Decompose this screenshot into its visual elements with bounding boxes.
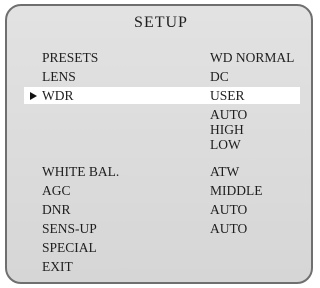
menu-item-agc[interactable]: AGC	[42, 183, 71, 199]
menu-item-special[interactable]: SPECIAL	[42, 240, 97, 256]
value-wdr-mode: AUTO	[210, 107, 248, 122]
menu-item-sens-up[interactable]: SENS-UP	[42, 221, 97, 237]
value-agc: MIDDLE	[210, 183, 263, 198]
value-white-bal: ATW	[210, 164, 240, 179]
value-wdr: USER	[210, 88, 245, 103]
value-lens: DC	[210, 69, 229, 84]
selection-cursor-icon	[30, 92, 37, 100]
value-wdr-level-high: HIGH	[210, 122, 244, 137]
menu-title: SETUP	[134, 14, 188, 31]
menu-item-presets[interactable]: PRESETS	[42, 50, 98, 66]
menu-item-exit[interactable]: EXIT	[42, 259, 73, 275]
value-sens-up: AUTO	[210, 221, 248, 236]
value-dnr: AUTO	[210, 202, 248, 217]
menu-item-lens[interactable]: LENS	[42, 69, 76, 85]
menu-item-wdr[interactable]: WDR	[42, 88, 74, 104]
value-wdr-level-low: LOW	[210, 137, 241, 152]
menu-item-dnr[interactable]: DNR	[42, 202, 71, 218]
menu-item-white-bal[interactable]: WHITE BAL.	[42, 164, 119, 180]
value-presets: WD NORMAL	[210, 50, 295, 65]
